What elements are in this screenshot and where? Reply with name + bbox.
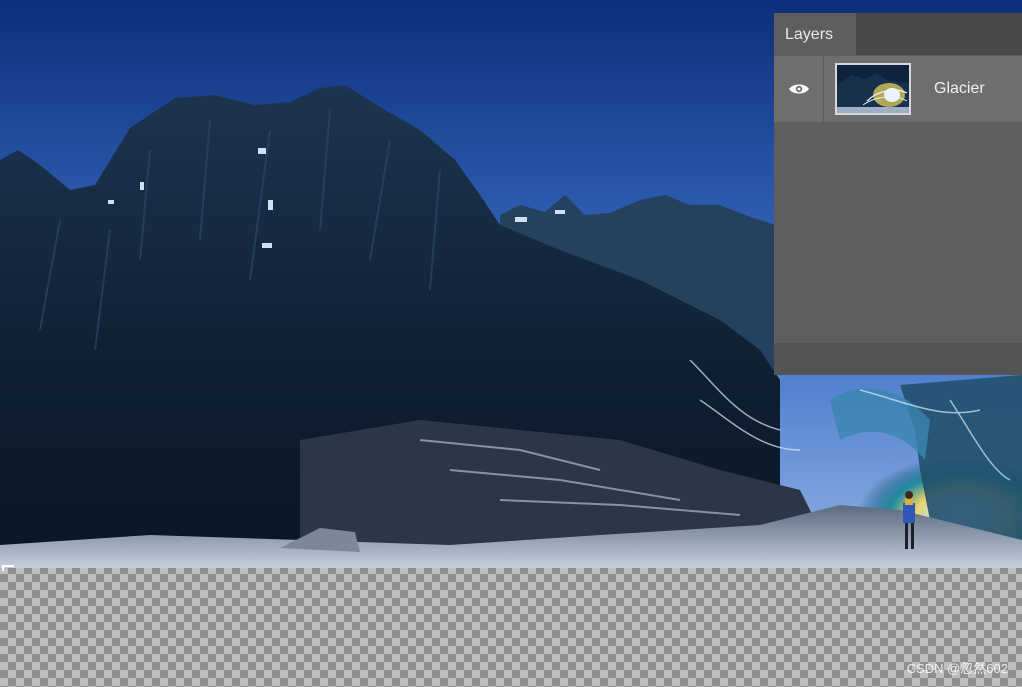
layers-panel-footer bbox=[774, 343, 1022, 375]
layer-thumbnail bbox=[835, 63, 911, 115]
canvas-corner-marker bbox=[2, 565, 14, 571]
eye-icon bbox=[788, 84, 809, 94]
transparency-checkerboard bbox=[0, 566, 1022, 687]
layer-row-glacier[interactable]: Glacier bbox=[774, 56, 1022, 122]
layers-panel: Layers Glacier bbox=[774, 13, 1022, 375]
tab-layers[interactable]: Layers bbox=[774, 13, 856, 55]
layers-panel-header: Layers bbox=[774, 13, 1022, 55]
layer-name: Glacier bbox=[934, 80, 985, 97]
layer-visibility-toggle[interactable] bbox=[774, 56, 824, 122]
watermark-text: CSDN @忽然602 bbox=[906, 661, 1008, 676]
